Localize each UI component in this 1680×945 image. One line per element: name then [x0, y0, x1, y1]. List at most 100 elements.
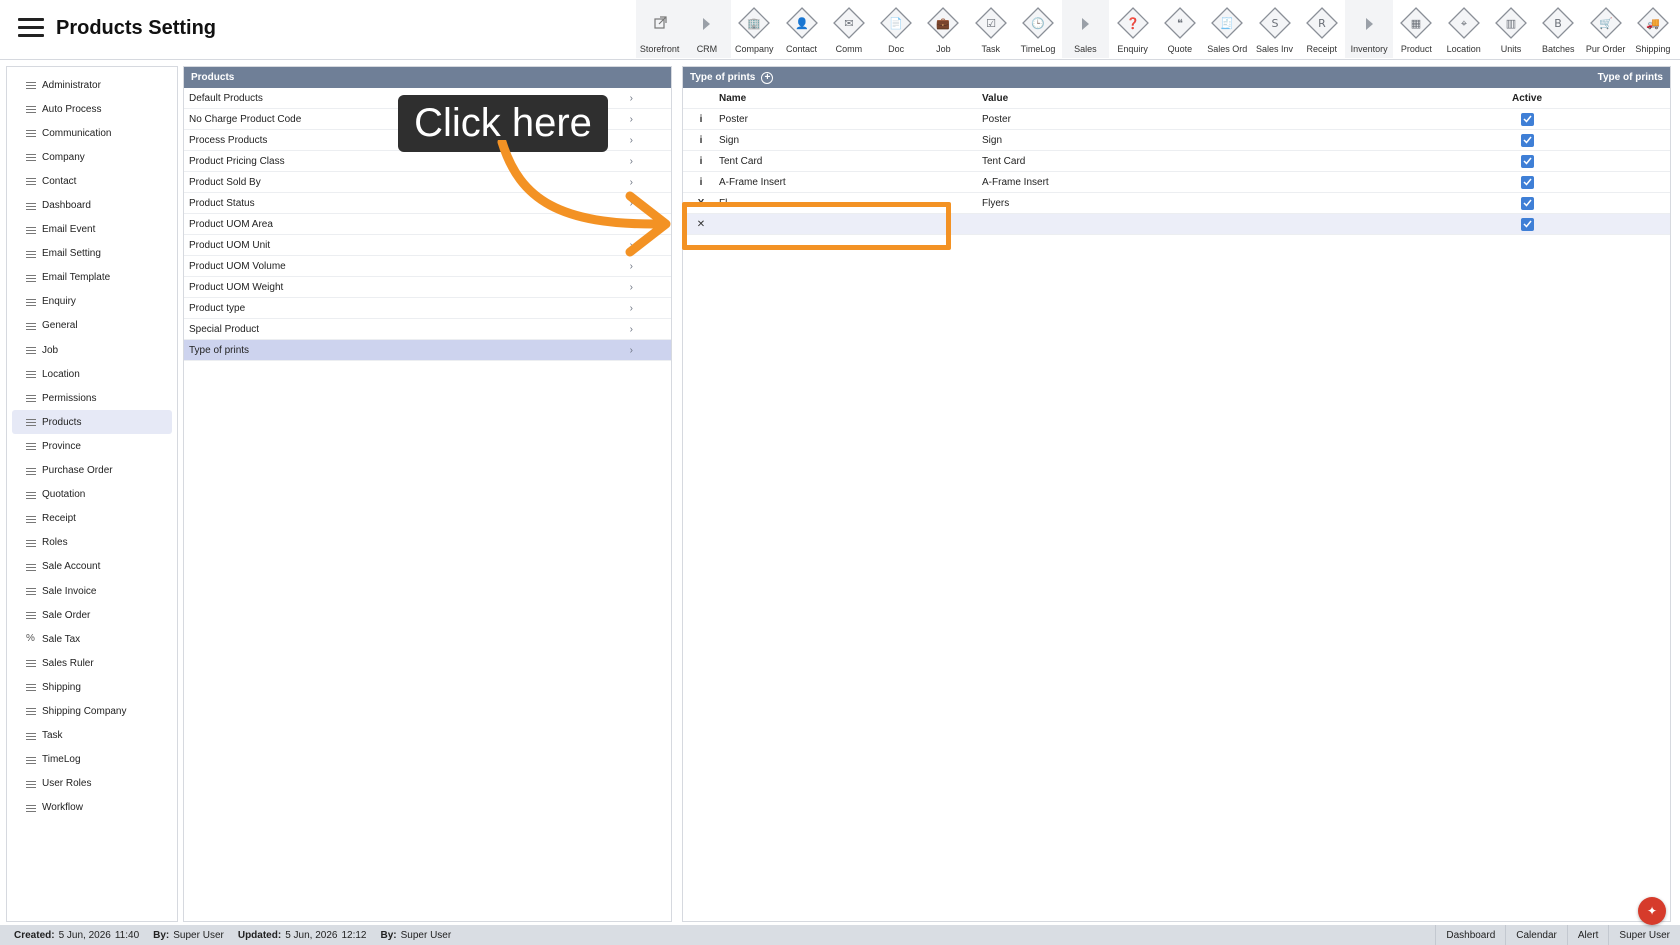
toolbar-timelog[interactable]: 🕒 TimeLog [1014, 0, 1061, 58]
list-icon [26, 370, 36, 379]
sidebar-item-general[interactable]: General [12, 314, 172, 338]
sidebar-item-contact[interactable]: Contact [12, 169, 172, 193]
sidebar-item-purchase-order[interactable]: Purchase Order [12, 459, 172, 483]
sidebar-item-sale-order[interactable]: Sale Order [12, 603, 172, 627]
sidebar-item-task[interactable]: Task [12, 724, 172, 748]
active-checkbox[interactable] [1520, 112, 1534, 126]
toolbar-doc[interactable]: 📄 Doc [872, 0, 919, 58]
sidebar-item-quotation[interactable]: Quotation [12, 483, 172, 507]
settings-item-label: Product Status [189, 197, 255, 209]
list-icon [26, 732, 36, 740]
quote-icon: ❝ [1163, 6, 1197, 40]
toolbar-batches[interactable]: B Batches [1535, 0, 1582, 58]
hamburger-menu-icon[interactable] [18, 18, 44, 38]
sidebar-item-sales-ruler[interactable]: Sales Ruler [12, 651, 172, 675]
table-row[interactable]: i Tent Card Tent Card [683, 151, 1670, 172]
table-row[interactable]: i Sign Sign [683, 130, 1670, 151]
panel-title: Type of prints [690, 72, 756, 83]
toolbar-product[interactable]: ▦ Product [1393, 0, 1440, 58]
sidebar-item-job[interactable]: Job [12, 338, 172, 362]
toolbar-comm[interactable]: ✉ Comm [825, 0, 872, 58]
toolbar-enquiry[interactable]: ❓ Enquiry [1109, 0, 1156, 58]
active-checkbox[interactable] [1520, 217, 1534, 231]
toolbar-receipt[interactable]: R Receipt [1298, 0, 1345, 58]
external-link-icon [643, 6, 677, 40]
toolbar-label: Pur Order [1585, 44, 1626, 54]
settings-item-type-of-prints[interactable]: Type of prints › [184, 340, 671, 361]
app-header: Products Setting Storefront CRM 🏢 Company 👤 C… [0, 0, 1680, 60]
toolbar-task[interactable]: ☑ Task [967, 0, 1014, 58]
status-link-user[interactable]: Super User [1608, 925, 1680, 945]
add-circle-icon[interactable]: + [761, 71, 774, 84]
list-icon [26, 563, 36, 571]
toolbar-crm[interactable]: CRM [683, 0, 731, 58]
active-checkbox[interactable] [1520, 175, 1534, 189]
toolbar-sales[interactable]: Sales [1061, 0, 1109, 58]
truck-icon: 🚚 [1636, 6, 1670, 40]
sidebar-item-auto-process[interactable]: Auto Process [12, 97, 172, 121]
receipt-icon: R [1305, 6, 1339, 40]
sidebar-item-roles[interactable]: Roles [12, 531, 172, 555]
sidebar-item-email-event[interactable]: Email Event [12, 218, 172, 242]
sidebar-item-products[interactable]: Products [12, 410, 172, 435]
sidebar-item-user-roles[interactable]: User Roles [12, 772, 172, 796]
settings-item-product-type[interactable]: Product type › [184, 298, 671, 319]
status-link-alert[interactable]: Alert [1566, 925, 1609, 945]
table-row[interactable]: i Poster Poster [683, 109, 1670, 130]
sidebar-item-dashboard[interactable]: Dashboard [12, 193, 172, 217]
toolbar-location[interactable]: ⌖ Location [1440, 0, 1487, 58]
sidebar-item-timelog[interactable]: TimeLog [12, 748, 172, 772]
toolbar-sales-ord[interactable]: 🧾 Sales Ord [1204, 0, 1251, 58]
sidebar-item-workflow[interactable]: Workflow [12, 796, 172, 820]
list-icon [26, 611, 36, 620]
toolbar-label: Product [1400, 44, 1432, 54]
assistant-fab-icon[interactable]: ✦ [1638, 897, 1666, 925]
list-icon [26, 129, 36, 138]
sales-invoice-icon: S [1258, 6, 1292, 40]
list-icon [26, 394, 36, 403]
status-link-calendar[interactable]: Calendar [1505, 925, 1567, 945]
sidebar-item-province[interactable]: Province [12, 434, 172, 458]
sidebar-item-label: Sale Invoice [42, 585, 97, 597]
settings-item-special-product[interactable]: Special Product › [184, 319, 671, 340]
toolbar-pur-order[interactable]: 🛒 Pur Order [1582, 0, 1629, 58]
sidebar-item-sale-invoice[interactable]: Sale Invoice [12, 579, 172, 603]
toolbar-storefront[interactable]: Storefront [636, 0, 684, 58]
info-icon[interactable]: i [683, 114, 719, 125]
toolbar-contact[interactable]: 👤 Contact [778, 0, 825, 58]
sidebar-item-shipping[interactable]: Shipping [12, 675, 172, 699]
toolbar-job[interactable]: 💼 Job [920, 0, 967, 58]
clock-icon: 🕒 [1021, 6, 1055, 40]
new-value-input[interactable] [982, 215, 1232, 233]
toolbar-company[interactable]: 🏢 Company [731, 0, 778, 58]
settings-item-label: Product UOM Unit [189, 239, 271, 251]
sidebar-item-shipping-company[interactable]: Shipping Company [12, 699, 172, 723]
toolbar-sales-inv[interactable]: S Sales Inv [1251, 0, 1298, 58]
status-link-dashboard[interactable]: Dashboard [1435, 925, 1505, 945]
toolbar-label: Doc [888, 44, 905, 54]
sidebar-item-receipt[interactable]: Receipt [12, 507, 172, 531]
active-checkbox[interactable] [1520, 196, 1534, 210]
sidebar-item-permissions[interactable]: Permissions [12, 386, 172, 410]
toolbar-quote[interactable]: ❝ Quote [1156, 0, 1203, 58]
sidebar-item-enquiry[interactable]: Enquiry [12, 290, 172, 314]
job-icon: 💼 [926, 6, 960, 40]
table-row[interactable]: i A-Frame Insert A-Frame Insert [683, 172, 1670, 193]
sidebar-item-administrator[interactable]: Administrator [12, 73, 172, 97]
sidebar-item-company[interactable]: Company [12, 145, 172, 169]
active-checkbox[interactable] [1520, 154, 1534, 168]
toolbar-inventory[interactable]: Inventory [1345, 0, 1393, 58]
sidebar-item-sale-account[interactable]: Sale Account [12, 555, 172, 579]
active-checkbox[interactable] [1520, 133, 1534, 147]
chevron-right-icon: › [629, 344, 633, 356]
sidebar-item-sale-tax[interactable]: % Sale Tax [12, 627, 172, 651]
sidebar-item-email-template[interactable]: Email Template [12, 266, 172, 290]
sidebar-item-location[interactable]: Location [12, 362, 172, 386]
settings-item-product-uom-weight[interactable]: Product UOM Weight › [184, 277, 671, 298]
toolbar-units[interactable]: ▥ Units [1487, 0, 1534, 58]
list-icon [26, 202, 36, 210]
sidebar-item-communication[interactable]: Communication [12, 121, 172, 145]
sidebar-item-email-setting[interactable]: Email Setting [12, 242, 172, 266]
svg-text:▦: ▦ [1411, 17, 1421, 30]
toolbar-shipping[interactable]: 🚚 Shipping [1629, 0, 1676, 58]
